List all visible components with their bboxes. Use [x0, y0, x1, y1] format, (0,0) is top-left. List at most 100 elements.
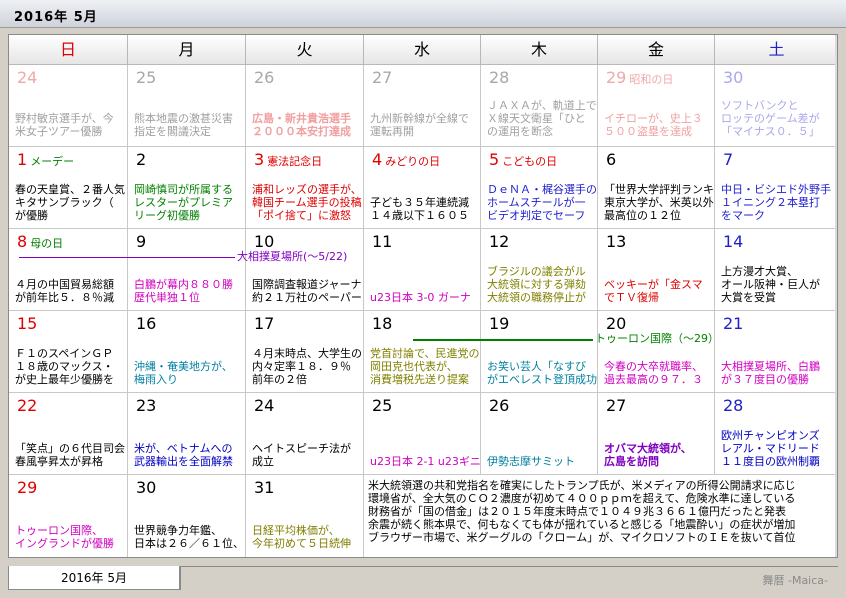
day-cell-may13[interactable]: 13 ベッキーが「金スマ でＴＶ復帰	[598, 229, 715, 311]
event-text: が前年比５．８％減	[15, 291, 114, 304]
event-text: ＪＡＸＡが、軌道上で	[487, 99, 597, 112]
day-cell-may7[interactable]: 7 中日・ビシエド外野手 １イニング２本塁打 をマーク	[715, 147, 837, 229]
day-cell-may16[interactable]: 16 沖縄・奄美地方が、 梅雨入り	[128, 311, 246, 393]
weekday-header-tue: 火	[246, 35, 364, 65]
day-number: 27	[606, 396, 627, 415]
day-number: 30	[723, 68, 744, 87]
event-text: が史上最年少優勝を	[15, 373, 114, 386]
day-number: 25	[372, 396, 393, 415]
event-text: 歴代単独１位	[134, 291, 200, 304]
day-cell-may29[interactable]: 29 トゥーロン国際、 イングランドが優勝	[9, 475, 128, 557]
day-cell-apr29[interactable]: 29 昭和の日 イチローが、史上３ ５００盗塁を達成	[598, 65, 715, 147]
day-cell-may12[interactable]: 12 ブラジルの議会がル 大統領に対する弾劾 大統領の職務停止が	[481, 229, 598, 311]
event-text: u23日本 3-0 ガーナ	[370, 291, 471, 304]
day-cell-may23[interactable]: 23 米が、ベトナムへの 武器輸出を全面解禁	[128, 393, 246, 475]
day-cell-apr27[interactable]: 27 九州新幹線が全線で 運転再開	[364, 65, 481, 147]
event-text: イチローが、史上３	[604, 112, 703, 125]
day-cell-may27[interactable]: 27 オバマ大統領が、 広島を訪問	[598, 393, 715, 475]
event-text: トゥーロン国際、	[15, 524, 103, 537]
window-title-bar: 2016年 5月	[0, 0, 846, 28]
event-text: 米女子ツアー優勝	[15, 125, 103, 138]
day-cell-may26[interactable]: 26 伊勢志摩サミット	[481, 393, 598, 475]
day-cell-may19[interactable]: 19 お笑い芸人「なすび がエベレスト登頂成功	[481, 311, 598, 393]
scrollbar[interactable]	[835, 35, 837, 557]
day-number-value: 5	[489, 150, 500, 169]
event-text: 内々定率１８．９％	[252, 360, 351, 373]
day-cell-may14[interactable]: 14 上方漫才大賞、 オール阪神・巨人が 大賞を受賞	[715, 229, 837, 311]
day-number: 17	[254, 314, 275, 333]
day-number: 27	[372, 68, 393, 87]
event-text: ＤｅＮＡ・梶谷選手の	[487, 183, 597, 196]
day-cell-may6[interactable]: 6 「世界大学評判ランキ 東京大学が、米英以外 最高位の１２位	[598, 147, 715, 229]
event-text: 大賞を受賞	[721, 291, 776, 304]
day-number: 11	[372, 232, 393, 251]
day-number: 18	[372, 314, 393, 333]
day-number: 28	[723, 396, 744, 415]
day-cell-may5[interactable]: 5 こどもの日 ＤｅＮＡ・梶谷選手の ホームスチールが一 ビデオ判定でセーフ	[481, 147, 598, 229]
holiday-label: 昭和の日	[629, 73, 674, 86]
event-text: レアル・マドリード	[721, 442, 820, 455]
day-cell-may4[interactable]: 4 みどりの日 子ども３５年連続減 １４歳以下１６０５	[364, 147, 481, 229]
day-cell-may20[interactable]: 20 今春の大卒就職率、 過去最高の９７．３	[598, 311, 715, 393]
day-number: 2	[136, 150, 147, 169]
calendar-grid: 日 月 火 水 木 金 土 24 野村敏京選手が、今 米女子ツアー優勝 25 熊…	[8, 34, 838, 558]
event-text: 「世界大学評判ランキ	[604, 183, 714, 196]
event-text: １１度目の欧州制覇	[721, 455, 820, 468]
day-cell-may11[interactable]: 11 u23日本 3-0 ガーナ	[364, 229, 481, 311]
day-cell-may30[interactable]: 30 世界競争力年鑑、 日本は２６／６１位、	[128, 475, 246, 557]
day-number: 9	[136, 232, 147, 251]
event-text: 「ポイ捨て」に激怒	[252, 209, 351, 222]
event-text: がエベレスト登頂成功	[487, 373, 597, 386]
day-number: 19	[489, 314, 510, 333]
day-cell-may22[interactable]: 22 「笑点」の６代目司会 春風亭昇太が昇格	[9, 393, 128, 475]
holiday-label: こどもの日	[502, 155, 558, 168]
day-number-value: 29	[606, 68, 627, 87]
day-cell-may2[interactable]: 2 岡崎慎司が所属する レスターがプレミア リーグ初優勝	[128, 147, 246, 229]
day-cell-apr30[interactable]: 30 ソフトバンクと ロッテのゲーム差が 「マイナス０．５」	[715, 65, 837, 147]
toulon-span-line	[413, 339, 593, 341]
event-text: 沖縄・奄美地方が、	[134, 360, 233, 373]
event-text: 国際調査報道ジャーナ	[252, 278, 362, 291]
day-number: 7	[723, 150, 734, 169]
event-text: Ｆ１のスペインＧＰ	[15, 347, 114, 360]
day-cell-may1[interactable]: 1 メーデー 春の天皇賞、２番人気 キタサンブラック（ が優勝	[9, 147, 128, 229]
day-cell-apr24[interactable]: 24 野村敏京選手が、今 米女子ツアー優勝	[9, 65, 128, 147]
event-text: オバマ大統領が、	[604, 442, 692, 455]
day-cell-may3[interactable]: 3 憲法記念日 浦和レッズの選手が、 韓国チーム選手の投稿 「ポイ捨て」に激怒	[246, 147, 364, 229]
event-text: １４歳以下１６０５	[370, 209, 469, 222]
day-cell-may28[interactable]: 28 欧州チャンピオンズ レアル・マドリード １１度目の欧州制覇	[715, 393, 837, 475]
day-cell-may18[interactable]: 18 党首討論で、民進党の 岡田克也代表が、 消費増税先送り提案	[364, 311, 481, 393]
day-cell-apr25[interactable]: 25 熊本地震の激甚災害 指定を閣議決定	[128, 65, 246, 147]
event-text: 過去最高の９７．３	[604, 373, 703, 386]
event-text: オール阪神・巨人が	[721, 278, 820, 291]
news-line: 余震が続く熊本県で、何もなくても体が揺れていると感じる「地震酔い」の症状が増加	[368, 518, 796, 531]
event-text: 梅雨入り	[134, 373, 178, 386]
event-text: u23日本 2-1 u23ギニ	[370, 455, 481, 468]
day-cell-apr28[interactable]: 28 ＪＡＸＡが、軌道上で Ｘ線天文衛星「ひと の運用を断念	[481, 65, 598, 147]
event-text: 約２１万社のペーパー	[252, 291, 362, 304]
day-cell-apr26[interactable]: 26 広島・新井貴浩選手 ２０００本安打達成	[246, 65, 364, 147]
day-number: 1 メーデー	[17, 150, 74, 169]
day-cell-may15[interactable]: 15 Ｆ１のスペインＧＰ １８歳のマックス・ が史上最年少優勝を	[9, 311, 128, 393]
day-cell-may24[interactable]: 24 ヘイトスピーチ法が 成立	[246, 393, 364, 475]
tab-month[interactable]: 2016年 5月	[8, 566, 180, 590]
day-cell-may31[interactable]: 31 日経平均株価が、 今年初めて５日続伸	[246, 475, 364, 557]
event-text: レスターがプレミア	[134, 196, 233, 209]
day-number: 25	[136, 68, 157, 87]
day-cell-may21[interactable]: 21 大相撲夏場所、白鵬 が３７度目の優勝	[715, 311, 837, 393]
event-text: 上方漫才大賞、	[721, 265, 798, 278]
event-text: 岡崎慎司が所属する	[134, 183, 233, 196]
day-cell-may9[interactable]: 9 白鵬が幕内８８０勝 歴代単独１位	[128, 229, 246, 311]
event-text: 広島・新井貴浩選手	[252, 112, 351, 125]
event-text: 欧州チャンピオンズ	[721, 429, 820, 442]
day-cell-may10[interactable]: 10 国際調査報道ジャーナ 約２１万社のペーパー	[246, 229, 364, 311]
day-cell-may17[interactable]: 17 ４月末時点、大学生の 内々定率１８．９％ 前年の２倍	[246, 311, 364, 393]
day-number: 4 みどりの日	[372, 150, 440, 169]
event-text: ４月末時点、大学生の	[252, 347, 362, 360]
event-text: ブラジルの議会がル	[487, 265, 586, 278]
event-text: 九州新幹線が全線で	[370, 112, 469, 125]
day-cell-may25[interactable]: 25 u23日本 2-1 u23ギニ	[364, 393, 481, 475]
day-number: 29 昭和の日	[606, 68, 673, 87]
day-cell-may8[interactable]: 8 母の日 ４月の中国貿易総額 が前年比５．８％減	[9, 229, 128, 311]
event-text: 熊本地震の激甚災害	[134, 112, 233, 125]
